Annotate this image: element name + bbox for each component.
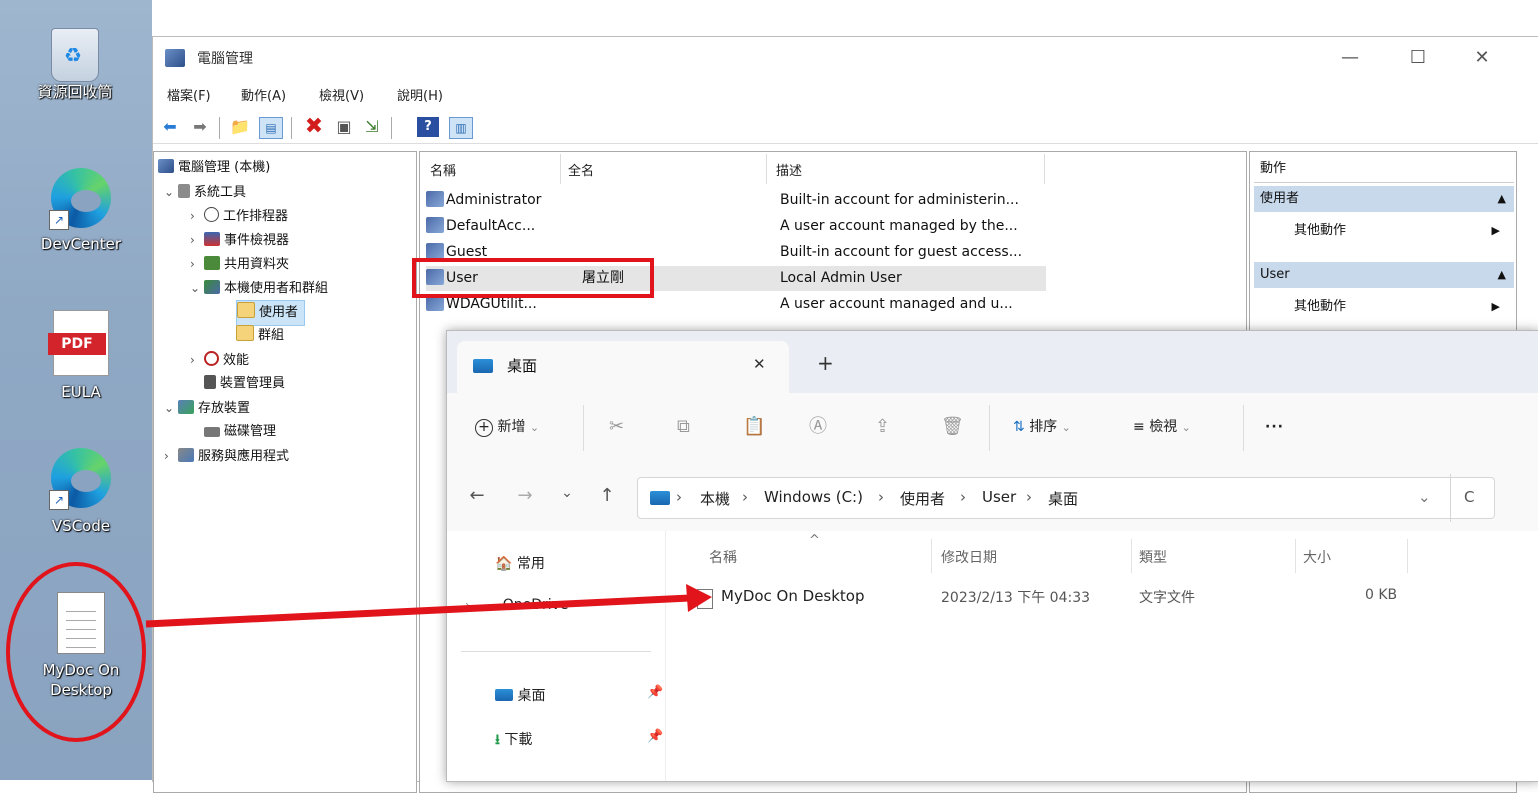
arrow-head-icon [686, 584, 712, 612]
arrow-line [145, 594, 691, 628]
annotation-arrow [145, 584, 712, 628]
shortcut-arrow-icon: ↗ [49, 490, 69, 510]
shortcut-arrow-icon: ↗ [49, 210, 69, 230]
